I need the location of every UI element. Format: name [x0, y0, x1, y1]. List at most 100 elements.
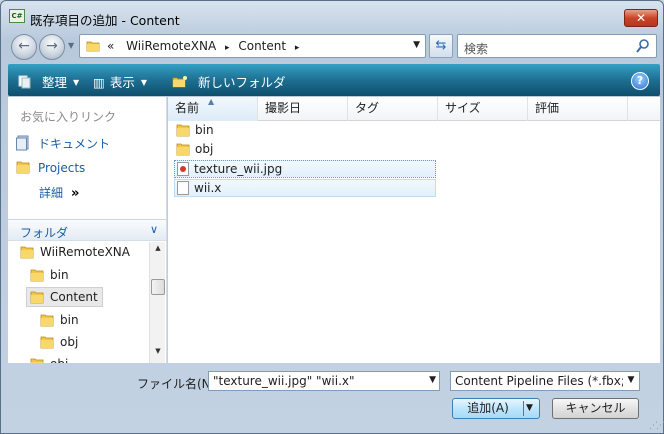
csharp-project-icon: C# [9, 9, 25, 23]
column-header-label: 撮影日 [265, 101, 302, 115]
split-divider [523, 401, 524, 416]
favorite-link-label: Projects [38, 161, 86, 175]
help-button[interactable]: ? [631, 72, 649, 90]
filename-value[interactable]: "texture_wii.jpg" "wii.x" [213, 374, 355, 388]
search-box[interactable]: 検索 [457, 34, 657, 58]
chevron-down-icon[interactable]: ▼ [413, 40, 420, 50]
column-header-size[interactable]: サイズ [438, 97, 528, 121]
address-separator[interactable]: ▸ [225, 43, 230, 53]
chevron-down-icon[interactable]: ▼ [526, 399, 533, 418]
address-segment-wiiremotexna[interactable]: WiiRemoteXNA [126, 39, 216, 53]
resize-grip-icon[interactable]: ⋰⋰ [649, 421, 664, 431]
image-file-icon [177, 162, 189, 176]
address-bar[interactable]: « WiiRemoteXNA ▸ Content ▸ ▼ [79, 34, 426, 58]
tree-item-label: bin [60, 313, 79, 327]
folder-tree-scrollbar[interactable]: ▲ ▼ [149, 242, 165, 363]
more-links[interactable]: 詳細 » [39, 184, 79, 201]
filename-field[interactable]: "texture_wii.jpg" "wii.x" ▼ [208, 371, 440, 391]
favorite-link-label: ドキュメント [38, 137, 111, 151]
file-type-select[interactable]: Content Pipeline Files (*.fbx;*.x; ▼ [450, 371, 640, 391]
folder-icon [20, 245, 34, 265]
tree-item-content-obj[interactable]: obj [40, 332, 78, 352]
folder-icon [30, 290, 44, 309]
tree-item-content[interactable]: Content [26, 287, 103, 307]
address-separator[interactable]: ▸ [295, 43, 300, 53]
forward-button[interactable]: → [39, 34, 65, 60]
double-chevron-icon: » [71, 186, 80, 201]
tree-item-content-bin[interactable]: bin [40, 310, 79, 330]
column-header-date-taken[interactable]: 撮影日 [258, 97, 348, 121]
documents-icon [16, 135, 30, 154]
folder-icon [176, 123, 190, 142]
file-row-obj[interactable]: obj [174, 141, 436, 159]
chevron-down-icon: ▼ [73, 78, 80, 87]
tree-item-wiiremotexna[interactable]: WiiRemoteXNA [20, 242, 130, 262]
add-button[interactable]: 追加(A) ▼ [452, 398, 540, 419]
tree-item-bin[interactable]: bin [30, 265, 69, 285]
column-header-label: タグ [355, 101, 380, 115]
scroll-up-icon[interactable]: ▲ [150, 244, 166, 258]
add-button-label: 追加(A) [467, 401, 509, 415]
column-header-label: 評価 [535, 101, 560, 115]
close-button[interactable]: ✕ [624, 9, 658, 27]
chevron-down-icon[interactable]: ▼ [623, 372, 639, 390]
organize-icon [18, 75, 42, 90]
add-existing-item-dialog: C# 既存項目の追加 - Content ✕ ← → ▼ « WiiRemote… [0, 0, 664, 434]
column-header-row: ▲ 名前 撮影日 タグ サイズ 評価 [168, 97, 660, 121]
window-title: 既存項目の追加 - Content [30, 13, 180, 28]
new-folder-icon [172, 75, 198, 90]
chevron-down-icon[interactable]: ▼ [429, 375, 436, 385]
organize-menu[interactable]: 整理 ▼ [18, 72, 79, 91]
tree-item-label: obj [60, 335, 79, 349]
folder-icon [30, 268, 44, 288]
folder-icon [86, 39, 100, 56]
address-path: « WiiRemoteXNA ▸ Content ▸ [107, 39, 304, 53]
folder-icon [16, 159, 30, 178]
file-row-texture-wii-jpg[interactable]: texture_wii.jpg [174, 160, 436, 178]
address-segment-content[interactable]: Content [238, 39, 286, 53]
file-name: wii.x [194, 181, 222, 195]
title-bar: C# 既存項目の追加 - Content ✕ [1, 1, 663, 31]
folder-tree: WiiRemoteXNA bin Content bin obj obj [8, 242, 148, 363]
scrollbar-thumb[interactable] [151, 279, 165, 295]
back-button[interactable]: ← [11, 34, 37, 60]
new-folder-button[interactable]: 新しいフォルダ [172, 72, 286, 91]
new-folder-label: 新しいフォルダ [197, 75, 286, 90]
file-type-value: Content Pipeline Files (*.fbx;*.x; [455, 374, 640, 388]
command-toolbar: 整理 ▼ ▥ 表示 ▼ 新しいフォルダ ? [8, 64, 660, 96]
tree-item-label: WiiRemoteXNA [40, 245, 130, 259]
arrow-left-icon: ← [18, 38, 30, 54]
views-menu[interactable]: ▥ 表示 ▼ [93, 72, 147, 91]
views-label: 表示 [109, 75, 135, 90]
search-icon[interactable] [636, 38, 650, 57]
tree-item-label: bin [50, 268, 69, 282]
column-header-name[interactable]: ▲ 名前 [168, 97, 258, 121]
search-input[interactable]: 検索 [464, 40, 488, 57]
favorite-links-header: お気に入りリンク [20, 110, 117, 124]
tree-item-obj[interactable]: obj [30, 354, 68, 363]
tree-item-label: obj [50, 357, 68, 363]
refresh-button[interactable]: ⇆ [429, 34, 453, 58]
file-name: texture_wii.jpg [194, 162, 283, 176]
scroll-down-icon[interactable]: ▼ [150, 347, 166, 361]
file-list-pane: ▲ 名前 撮影日 タグ サイズ 評価 bin obj texture_wii.j… [168, 97, 660, 363]
folder-icon [30, 357, 44, 363]
cancel-button[interactable]: キャンセル [552, 398, 639, 419]
column-header-rating[interactable]: 評価 [528, 97, 628, 121]
file-name: bin [195, 123, 214, 137]
file-row-bin[interactable]: bin [174, 122, 436, 140]
column-header-tags[interactable]: タグ [348, 97, 438, 121]
folders-header[interactable]: フォルダ ∨ [8, 219, 166, 241]
recent-pages-dropdown[interactable]: ▼ [68, 41, 74, 50]
file-row-wii-x[interactable]: wii.x [174, 179, 436, 197]
favorite-link-projects[interactable]: Projects [16, 159, 85, 178]
views-icon: ▥ [93, 75, 105, 90]
favorite-link-documents[interactable]: ドキュメント [16, 135, 110, 154]
folder-icon [40, 335, 54, 355]
file-icon [177, 181, 189, 195]
address-overflow-chevron[interactable]: « [107, 39, 114, 53]
folders-label: フォルダ [20, 226, 69, 240]
navigation-pane: お気に入りリンク ドキュメント Projects 詳細 » フォルダ ∨ WiiR… [8, 97, 167, 363]
refresh-icon: ⇆ [435, 38, 447, 53]
tree-item-label: Content [50, 290, 98, 304]
